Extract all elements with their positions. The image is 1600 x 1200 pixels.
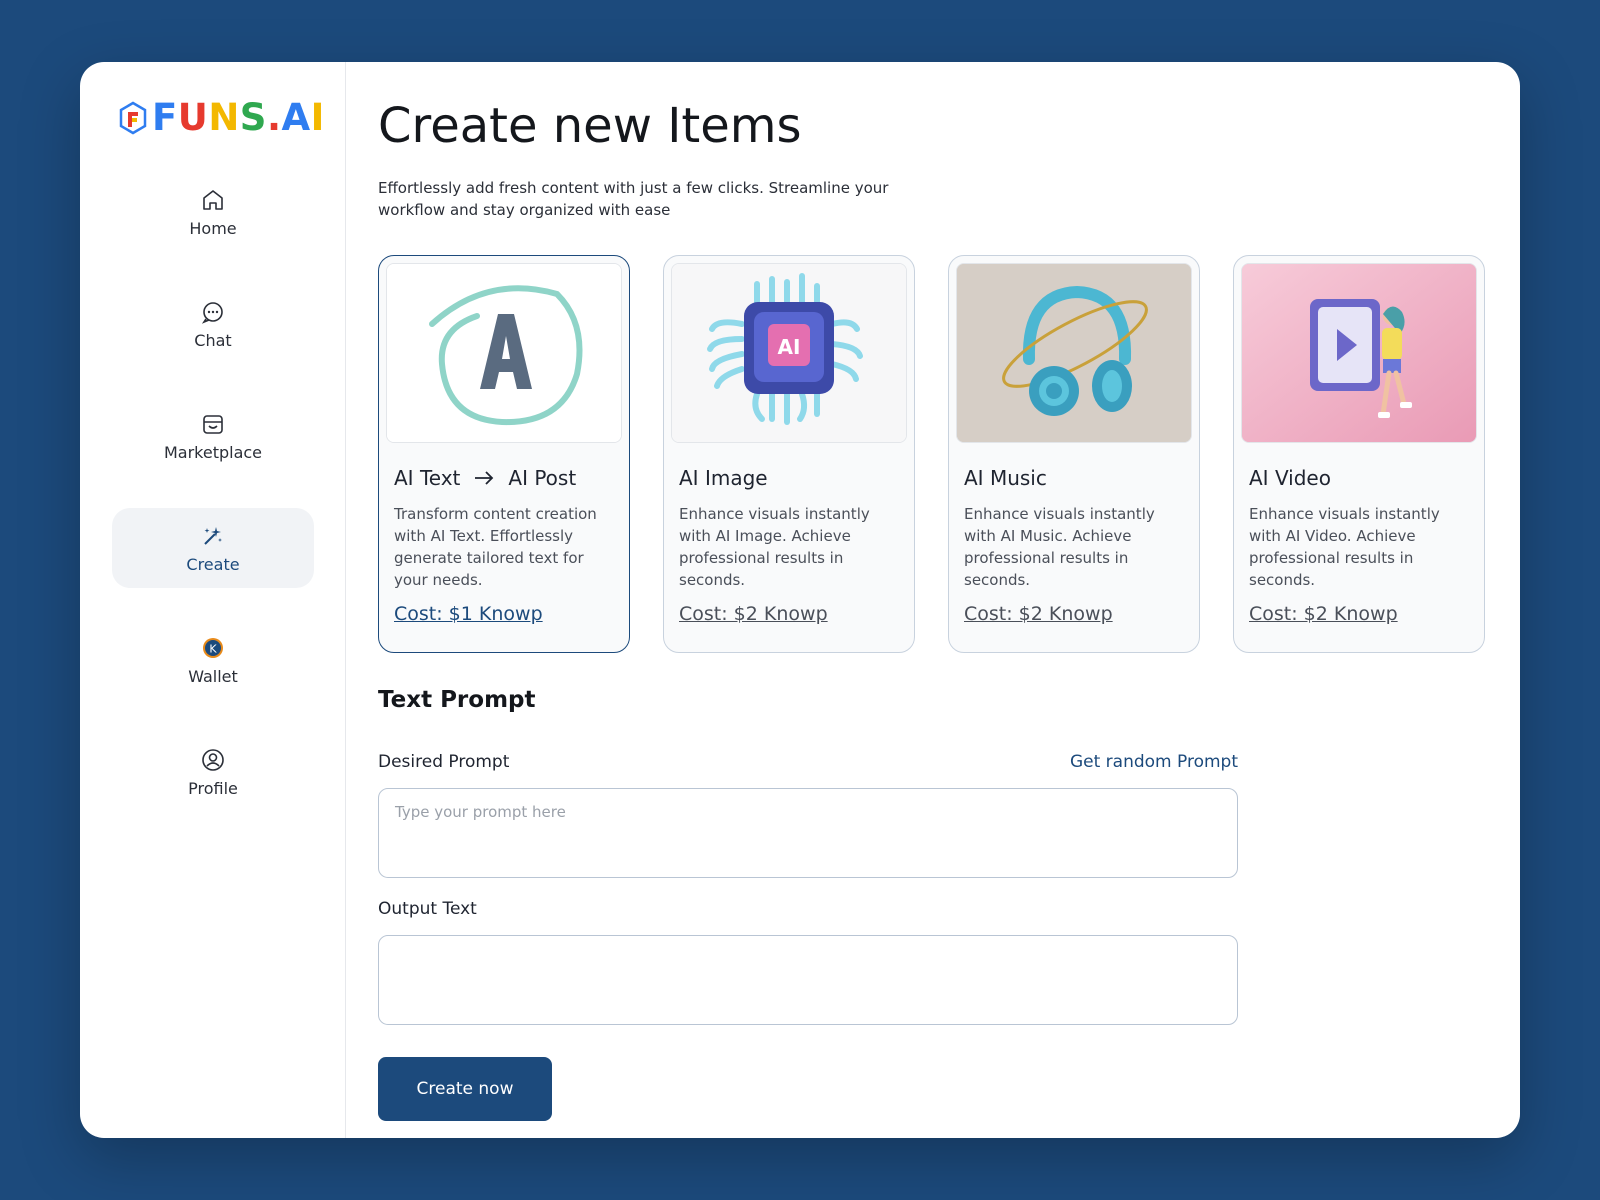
card-title: AI Music bbox=[964, 466, 1047, 490]
sidebar-item-label: Wallet bbox=[188, 666, 238, 686]
card-cost-link[interactable]: Cost: $1 Knowp bbox=[394, 603, 543, 625]
card-description: Enhance visuals instantly with AI Image.… bbox=[679, 505, 870, 589]
main-content: Create new Items Effortlessly add fresh … bbox=[346, 62, 1520, 1138]
video-player-illustration bbox=[1242, 264, 1476, 442]
sidebar-item-label: Marketplace bbox=[163, 442, 263, 462]
sidebar-nav: Home Chat Marketplace Create K Wallet Pr… bbox=[112, 172, 314, 844]
sidebar-item-home[interactable]: Home bbox=[112, 172, 314, 252]
card-description: Enhance visuals instantly with AI Video.… bbox=[1249, 505, 1440, 589]
card-description: Enhance visuals instantly with AI Music.… bbox=[964, 505, 1155, 589]
card-title-to: AI Post bbox=[508, 466, 577, 490]
card-image: AI bbox=[671, 263, 907, 443]
card-cost-link[interactable]: Cost: $2 Knowp bbox=[679, 603, 828, 625]
card-ai-music[interactable]: AI Music Enhance visuals instantly with … bbox=[948, 255, 1200, 653]
svg-text:AI: AI bbox=[778, 335, 801, 359]
card-title: AI Text AI Post bbox=[394, 466, 622, 490]
app-window: FUNS.AI Home Chat Marketplace Create K W… bbox=[80, 62, 1520, 1138]
funs-logo-icon bbox=[119, 101, 147, 134]
sidebar-item-label: Create bbox=[186, 554, 240, 574]
brand-logo[interactable]: FUNS.AI bbox=[118, 96, 325, 139]
card-ai-video[interactable]: AI Video Enhance visuals instantly with … bbox=[1233, 255, 1485, 653]
home-icon bbox=[203, 189, 223, 210]
sidebar-item-label: Home bbox=[189, 218, 237, 238]
sidebar-item-profile[interactable]: Profile bbox=[112, 732, 314, 812]
card-title: AI Image bbox=[679, 466, 768, 490]
sidebar-item-chat[interactable]: Chat bbox=[112, 284, 314, 364]
sidebar: FUNS.AI Home Chat Marketplace Create K W… bbox=[80, 62, 346, 1138]
card-description: Transform content creation with AI Text.… bbox=[394, 505, 597, 589]
chat-icon bbox=[201, 301, 223, 324]
sidebar-item-create[interactable]: Create bbox=[112, 508, 314, 588]
card-cost-link[interactable]: Cost: $2 Knowp bbox=[964, 603, 1113, 625]
output-text-field[interactable] bbox=[378, 935, 1238, 1025]
brand-logo-text: FUNS.AI bbox=[152, 96, 325, 139]
card-ai-text[interactable]: AI Text AI Post Transform content creati… bbox=[378, 255, 630, 653]
arrow-right-icon bbox=[475, 471, 494, 485]
sidebar-item-label: Chat bbox=[194, 330, 232, 350]
output-text-label: Output Text bbox=[378, 899, 477, 919]
section-title: Text Prompt bbox=[378, 687, 536, 713]
card-image bbox=[956, 263, 1192, 443]
profile-icon bbox=[202, 748, 224, 771]
desired-prompt-label: Desired Prompt bbox=[378, 752, 510, 772]
sidebar-item-marketplace[interactable]: Marketplace bbox=[112, 396, 314, 476]
card-cost-link[interactable]: Cost: $2 Knowp bbox=[1249, 603, 1398, 625]
magic-wand-icon bbox=[204, 526, 222, 545]
sidebar-item-wallet[interactable]: K Wallet bbox=[112, 620, 314, 700]
get-random-prompt-link[interactable]: Get random Prompt bbox=[1018, 752, 1238, 772]
card-title: AI Video bbox=[1249, 466, 1331, 490]
create-now-button[interactable]: Create now bbox=[378, 1057, 552, 1121]
letter-a-illustration bbox=[387, 264, 621, 442]
store-icon bbox=[203, 414, 223, 434]
card-ai-image[interactable]: AI AI Image Enhance visuals instantly wi… bbox=[663, 255, 915, 653]
page-subtitle: Effortlessly add fresh content with just… bbox=[378, 179, 889, 219]
card-image bbox=[386, 263, 622, 443]
prompt-input[interactable] bbox=[378, 788, 1238, 878]
wallet-coin-icon: K bbox=[203, 637, 223, 658]
item-type-cards: AI Text AI Post Transform content creati… bbox=[378, 255, 1485, 653]
page-title: Create new Items bbox=[378, 98, 802, 154]
card-image bbox=[1241, 263, 1477, 443]
sidebar-item-label: Profile bbox=[188, 778, 238, 798]
headphones-illustration bbox=[957, 264, 1191, 442]
ai-chip-illustration: AI bbox=[672, 264, 906, 442]
card-title-from: AI Text bbox=[394, 466, 461, 490]
svg-text:K: K bbox=[209, 642, 217, 655]
